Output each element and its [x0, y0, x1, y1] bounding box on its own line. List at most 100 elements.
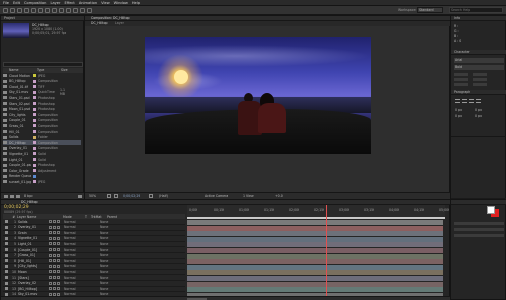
label-color-swatch[interactable]: [33, 79, 36, 83]
camera-tool-icon[interactable]: [31, 8, 36, 13]
motion-blur-switch-icon[interactable]: [57, 264, 60, 268]
label-color-swatch[interactable]: [33, 107, 36, 111]
camera-select[interactable]: Active Camera: [205, 194, 228, 198]
project-item[interactable]: Solids Folder: [3, 135, 81, 140]
layer-parent[interactable]: None: [100, 253, 114, 257]
project-item[interactable]: Moon_01.psd Photoshop: [3, 107, 81, 112]
mask-visibility-icon[interactable]: [114, 194, 118, 198]
project-item[interactable]: sunset_01.jpg JPEG: [3, 179, 81, 184]
menu-item-edit[interactable]: Edit: [13, 1, 20, 5]
label-color-swatch[interactable]: [33, 74, 36, 77]
label-color-swatch[interactable]: [33, 90, 36, 94]
shy-switch-icon[interactable]: [49, 248, 52, 251]
label-color-swatch[interactable]: [33, 180, 36, 184]
project-item[interactable]: Color_Grade Adjustment: [3, 168, 81, 173]
work-area-bar[interactable]: [187, 217, 445, 219]
layer-name[interactable]: [City_lights]: [18, 264, 48, 268]
col-parent[interactable]: Parent: [107, 215, 117, 219]
layer-duration-bar[interactable]: [187, 242, 443, 248]
layer-name[interactable]: Grain: [18, 231, 48, 235]
fx-switch-icon[interactable]: [53, 248, 56, 251]
layer-duration-bar[interactable]: [187, 281, 443, 287]
layer-mode[interactable]: Normal: [64, 264, 78, 268]
layer-parent[interactable]: None: [100, 220, 114, 224]
layer-mode[interactable]: Normal: [64, 276, 78, 280]
fx-switch-icon[interactable]: [53, 231, 56, 235]
label-color-swatch[interactable]: [33, 163, 36, 167]
label-color-swatch[interactable]: [33, 169, 36, 173]
time-ruler[interactable]: 0;00f 00;15f 01;00f 01;15f 02;00f 02;15f 03;00…: [187, 205, 449, 217]
motion-blur-switch-icon[interactable]: [57, 259, 60, 263]
layer-duration-bar[interactable]: [187, 231, 443, 237]
snapshot-icon[interactable]: [149, 194, 153, 198]
layer-name[interactable]: [Stars]: [18, 276, 48, 280]
layer-mode[interactable]: Normal: [64, 220, 78, 224]
layer-mode[interactable]: Normal: [64, 231, 78, 235]
layer-name[interactable]: [BG_Hilltop]: [18, 287, 48, 291]
layer-name[interactable]: [Hill_01]: [18, 259, 48, 263]
layer-mode[interactable]: Normal: [64, 225, 78, 229]
label-color-swatch[interactable]: [33, 124, 36, 128]
foreground-color-swatch[interactable]: [487, 206, 495, 214]
selection-tool-icon[interactable]: [3, 8, 8, 13]
layer-name[interactable]: Overlay_01: [18, 225, 48, 229]
exposure-value[interactable]: +0.0: [275, 194, 283, 198]
motion-blur-switch-icon[interactable]: [57, 281, 60, 285]
layer-mode[interactable]: Normal: [64, 259, 78, 263]
align-right-icon[interactable]: [469, 99, 474, 103]
fx-switch-icon[interactable]: [53, 225, 56, 229]
fx-switch-icon[interactable]: [53, 270, 56, 274]
shy-switch-icon[interactable]: [49, 259, 52, 263]
project-item[interactable]: DC_Hilltop Composition: [3, 140, 81, 146]
layer-mode[interactable]: Normal: [64, 242, 78, 246]
project-search-input[interactable]: [3, 62, 83, 67]
font-family-select[interactable]: Arial: [454, 58, 504, 63]
layer-name[interactable]: Overlay_02: [18, 281, 48, 285]
hand-tool-icon[interactable]: [10, 8, 15, 13]
menu-item-animation[interactable]: Animation: [79, 1, 97, 5]
shy-switch-icon[interactable]: [49, 253, 52, 257]
project-item[interactable]: Couple_01.psd Photoshop: [3, 163, 81, 168]
layer-parent[interactable]: None: [100, 264, 114, 268]
project-item[interactable]: Render Queue: [3, 174, 81, 179]
kerning-field[interactable]: [454, 78, 468, 81]
motion-blur-switch-icon[interactable]: [57, 248, 60, 251]
label-color-swatch[interactable]: [33, 146, 36, 150]
font-size-field[interactable]: [454, 73, 468, 76]
layer-duration-bar[interactable]: [187, 270, 443, 276]
layer-mode[interactable]: Normal: [64, 248, 78, 252]
resolution-select[interactable]: (Half): [159, 194, 168, 198]
project-item[interactable]: Stars_02.psd Photoshop: [3, 101, 81, 106]
motion-blur-switch-icon[interactable]: [57, 225, 60, 229]
menu-item-help[interactable]: Help: [132, 1, 140, 5]
layer-name[interactable]: Solids: [18, 220, 48, 224]
project-item[interactable]: Hill_01 Composition: [3, 129, 81, 134]
label-color-swatch[interactable]: [33, 174, 36, 178]
col-mode[interactable]: Mode: [63, 215, 85, 219]
project-item[interactable]: Vignette_01 Solid: [3, 151, 81, 156]
menu-item-effect[interactable]: Effect: [64, 1, 74, 5]
project-item[interactable]: Sky_01.mov QuickTime 1.1 MB: [3, 88, 81, 96]
project-item[interactable]: Stars_01.psd Photoshop: [3, 95, 81, 100]
layer-duration-bar[interactable]: [187, 220, 443, 225]
rotate-tool-icon[interactable]: [24, 8, 29, 13]
playhead[interactable]: [326, 205, 328, 299]
layer-duration-bar[interactable]: [187, 248, 443, 253]
puppet-tool-icon[interactable]: [87, 8, 92, 13]
comp-subtab-main[interactable]: DC_Hilltop: [91, 21, 108, 25]
label-color-swatch[interactable]: [33, 141, 36, 145]
comp-timecode[interactable]: 0;00;02;29: [123, 194, 140, 198]
layer-duration-bar[interactable]: [187, 225, 443, 231]
layer-duration-bar[interactable]: [187, 276, 443, 281]
stamp-tool-icon[interactable]: [73, 8, 78, 13]
label-color-swatch[interactable]: [33, 102, 36, 105]
indent-right[interactable]: 0 px: [475, 108, 482, 112]
shy-switch-icon[interactable]: [49, 264, 52, 268]
fx-switch-icon[interactable]: [53, 242, 56, 246]
layer-duration-bar[interactable]: [187, 253, 443, 259]
fx-switch-icon[interactable]: [53, 236, 56, 240]
shy-switch-icon[interactable]: [49, 225, 52, 229]
type-tool-icon[interactable]: [59, 8, 64, 13]
layer-mode[interactable]: Normal: [64, 236, 78, 240]
stroke-width-field[interactable]: [454, 83, 468, 86]
